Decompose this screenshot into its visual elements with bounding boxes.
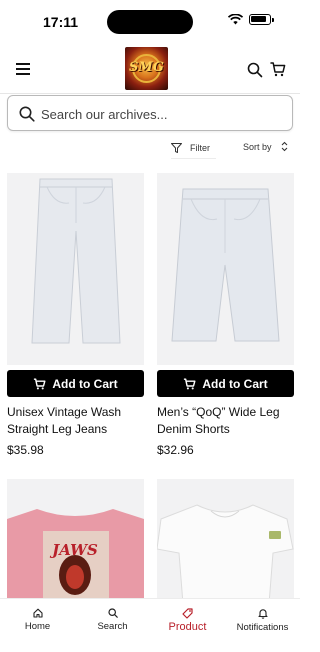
- nav-search[interactable]: Search: [75, 599, 150, 652]
- dynamic-island: [107, 10, 193, 34]
- status-bar: 17:11: [0, 0, 300, 44]
- header: SMG: [0, 44, 300, 94]
- search-icon: [19, 106, 35, 122]
- nav-product-label: Product: [168, 621, 207, 633]
- product-price: $32.96: [157, 443, 194, 457]
- logo[interactable]: SMG: [125, 47, 168, 90]
- status-icons: [228, 14, 274, 25]
- wifi-icon: [228, 14, 243, 25]
- product-image[interactable]: JAWS: [7, 479, 144, 604]
- tshirt-white-image: [157, 504, 294, 604]
- chevron-up-down-icon: [281, 141, 287, 152]
- logo-text: SMG: [129, 60, 164, 75]
- bottom-nav: Home Search Product Notifications: [0, 598, 300, 652]
- nav-home[interactable]: Home: [0, 599, 75, 652]
- battery-tip: [272, 17, 274, 22]
- menu-icon[interactable]: [16, 63, 30, 75]
- shorts-image: [171, 188, 280, 342]
- filter-button[interactable]: Filter: [171, 137, 216, 159]
- battery-icon: [249, 14, 271, 25]
- add-to-cart-label: Add to Cart: [52, 376, 118, 391]
- tag-icon: [182, 608, 193, 619]
- product-image[interactable]: [157, 479, 294, 604]
- sort-label: Sort by: [243, 141, 272, 152]
- filter-label: Filter: [190, 142, 210, 153]
- search-icon[interactable]: [247, 62, 263, 78]
- product-card[interactable]: Add to Cart Men’s “QoQ” Wide Leg Denim S…: [157, 173, 294, 457]
- product-image[interactable]: [7, 173, 144, 365]
- search-icon: [107, 608, 118, 618]
- nav-search-label: Search: [97, 621, 128, 632]
- nav-notifications-label: Notifications: [236, 622, 289, 633]
- jeans-image: [31, 178, 121, 344]
- nav-notifications[interactable]: Notifications: [225, 599, 300, 652]
- product-card[interactable]: Add to Cart Unisex Vintage Wash Straight…: [7, 173, 144, 457]
- product-image[interactable]: [157, 173, 294, 365]
- add-to-cart-label: Add to Cart: [202, 376, 268, 391]
- nav-product[interactable]: Product: [150, 599, 225, 652]
- product-name[interactable]: Men’s “QoQ” Wide Leg Denim Shorts: [157, 404, 294, 438]
- filter-icon: [171, 142, 182, 153]
- nav-home-label: Home: [24, 621, 51, 632]
- product-price: $35.98: [7, 443, 44, 457]
- add-to-cart-button[interactable]: Add to Cart: [7, 370, 144, 397]
- search-bar[interactable]: [7, 95, 293, 131]
- add-to-cart-button[interactable]: Add to Cart: [157, 370, 294, 397]
- product-card[interactable]: [157, 479, 294, 604]
- jaws-graphic-text: JAWS: [49, 541, 98, 559]
- tshirt-jaws-image: JAWS: [7, 509, 144, 604]
- product-card[interactable]: JAWS: [7, 479, 144, 604]
- cart-icon: [184, 377, 196, 389]
- home-icon: [32, 608, 43, 618]
- status-time: 17:11: [43, 14, 79, 30]
- bell-icon: [257, 609, 268, 619]
- product-name[interactable]: Unisex Vintage Wash Straight Leg Jeans: [7, 404, 144, 438]
- cart-icon[interactable]: [270, 61, 286, 77]
- search-input[interactable]: [41, 104, 281, 124]
- sort-button[interactable]: Sort by: [243, 141, 288, 152]
- cart-icon: [34, 377, 46, 389]
